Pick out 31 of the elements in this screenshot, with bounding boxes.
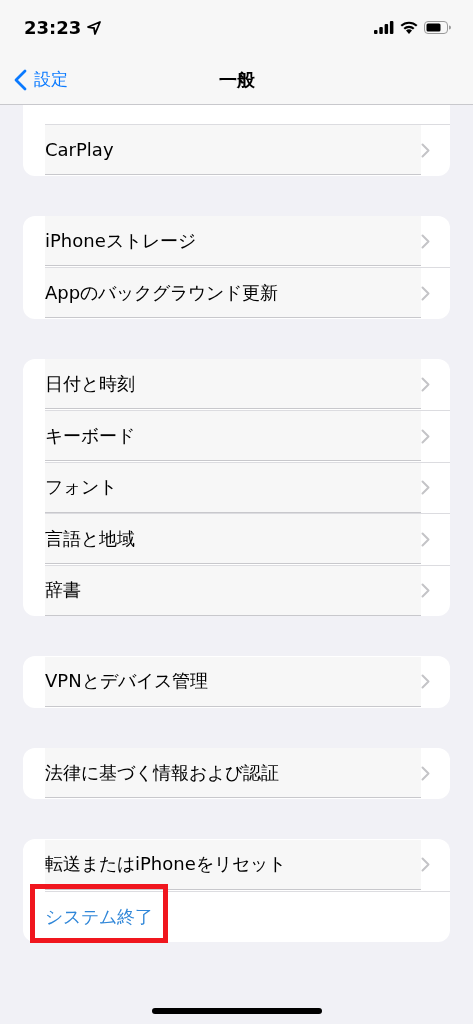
row-label[interactable]: iPhoneストレージ (45, 216, 421, 267)
battery-icon (424, 21, 451, 34)
row-label[interactable]: VPNとデバイス管理 (45, 656, 421, 707)
status-time: 23:23 (24, 17, 82, 38)
chevron-icon (421, 376, 430, 392)
chevron-icon (421, 857, 430, 873)
chevron-icon (421, 674, 430, 690)
chevron-icon (421, 233, 430, 249)
row-label[interactable]: 言語と地域 (45, 514, 421, 565)
row-label[interactable]: 法律に基づく情報および認証 (45, 748, 421, 799)
location-arrow-icon (87, 20, 102, 35)
row-label[interactable]: 辞書 (45, 565, 421, 616)
chevron-icon (421, 765, 430, 781)
row-label[interactable]: Appのバックグラウンド更新 (45, 268, 421, 319)
row-label[interactable]: 転送またはiPhoneをリセット (45, 839, 421, 890)
chevron-icon (421, 428, 430, 444)
chevron-icon (421, 583, 430, 599)
row-label[interactable]: CarPlay (45, 125, 421, 176)
signal-icon (374, 21, 394, 34)
row-label[interactable]: システム終了 (45, 904, 428, 929)
back-button[interactable]: 設定 (0, 68, 68, 91)
wifi-icon (400, 21, 418, 34)
row-label[interactable]: 日付と時刻 (45, 359, 421, 410)
nav-title: 一般 (218, 67, 255, 92)
chevron-icon (421, 480, 430, 496)
chevron-icon (421, 531, 430, 547)
chevron-icon (421, 285, 430, 301)
chevron-icon (421, 142, 430, 158)
row-label[interactable]: フォント (45, 462, 421, 513)
back-chevron-icon (14, 68, 27, 91)
row-label[interactable]: キーボード (45, 411, 421, 462)
